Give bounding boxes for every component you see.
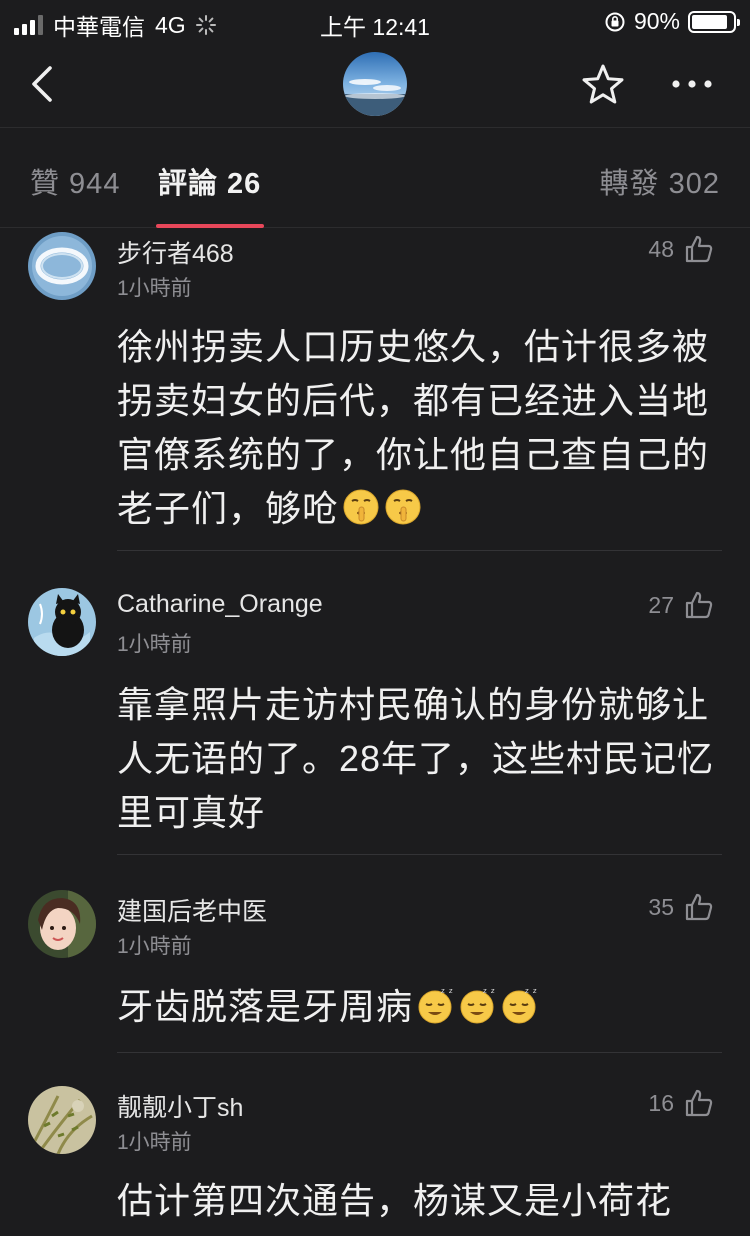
like-count: 16 xyxy=(648,1089,674,1116)
svg-text:z z: z z xyxy=(525,987,538,995)
orientation-lock-icon xyxy=(605,12,625,31)
battery-percent: 90% xyxy=(633,8,680,34)
sleepy-emoji: z z xyxy=(418,987,454,1024)
active-tab-indicator xyxy=(156,224,264,228)
like-button[interactable]: 35 xyxy=(648,892,714,922)
like-count: 35 xyxy=(648,893,674,920)
divider xyxy=(117,550,722,551)
avatar[interactable] xyxy=(343,52,407,116)
thumbs-up-icon xyxy=(685,1089,713,1117)
comment-text: 靠拿照片走访村民确认的身份就够让人无语的了。28年了，这些村民记忆里可真好 xyxy=(117,684,715,833)
avatar[interactable] xyxy=(28,890,96,958)
thumbs-up-icon xyxy=(685,893,713,921)
shush-emoji xyxy=(343,489,379,525)
username[interactable]: Catharine_Orange xyxy=(117,590,323,619)
chevron-left-icon[interactable] xyxy=(24,62,64,106)
like-button[interactable]: 48 xyxy=(648,234,714,264)
tab-bar: 贊 944 評論 26 轉發 302 xyxy=(0,128,750,228)
sleepy-emoji: z z xyxy=(502,987,538,1024)
avatar[interactable] xyxy=(28,588,96,656)
like-button[interactable]: 27 xyxy=(648,590,714,620)
like-count: 27 xyxy=(648,591,674,618)
nav-bar xyxy=(0,42,750,128)
divider xyxy=(117,854,722,855)
comment-text: 徐州拐卖人口历史悠久，估计很多被拐卖妇女的后代，都有已经进入当地官僚系统的了，你… xyxy=(117,326,710,529)
divider xyxy=(117,1052,722,1053)
thumbs-up-icon xyxy=(685,235,713,263)
shush-emoji xyxy=(385,489,421,525)
comment-time: 1小時前 xyxy=(117,935,192,958)
username[interactable]: 步行者468 xyxy=(117,234,234,270)
status-right: 90% xyxy=(604,8,740,35)
like-button[interactable]: 16 xyxy=(648,1088,714,1118)
tab-reposts[interactable]: 轉發 302 xyxy=(600,160,720,202)
comment-time: 1小時前 xyxy=(117,277,192,300)
tab-comments[interactable]: 評論 26 xyxy=(158,160,261,202)
like-count: 48 xyxy=(648,235,674,262)
svg-text:z z: z z xyxy=(483,987,496,995)
svg-text:z z: z z xyxy=(441,987,454,995)
battery-icon xyxy=(688,10,740,33)
sleepy-emoji: z z xyxy=(460,987,496,1024)
tab-likes[interactable]: 贊 944 xyxy=(30,160,120,202)
avatar[interactable] xyxy=(28,1086,96,1154)
avatar[interactable] xyxy=(28,232,96,300)
username[interactable]: 靓靓小丁sh xyxy=(117,1088,243,1124)
username[interactable]: 建国后老中医 xyxy=(117,892,267,928)
comment-time: 1小時前 xyxy=(117,633,192,656)
status-bar: 中華電信 4G 上午 12:41 90% xyxy=(0,0,750,42)
thumbs-up-icon xyxy=(685,591,713,619)
comment-text: 牙齿脱落是牙周病 z zz zz z xyxy=(117,986,538,1027)
more-icon[interactable] xyxy=(668,68,716,100)
comment-time: 1小時前 xyxy=(117,1131,192,1154)
star-icon[interactable] xyxy=(580,62,626,108)
comment-text: 估计第四次通告，杨谋又是小荷花 xyxy=(117,1180,673,1221)
